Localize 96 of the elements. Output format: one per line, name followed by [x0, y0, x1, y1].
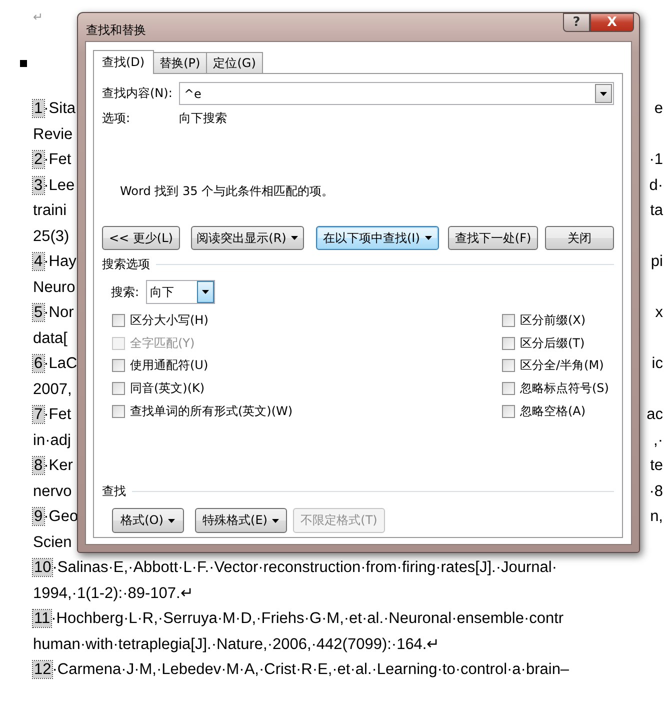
- checkbox-label: 区分后缀(T): [520, 334, 585, 352]
- dialog-button[interactable]: 在以下项中查找(I): [316, 226, 439, 250]
- caret-icon: [272, 518, 280, 523]
- reference-text: ·8: [649, 482, 664, 502]
- reference-number: 5: [33, 304, 44, 321]
- format-button[interactable]: 格式(O): [112, 508, 184, 534]
- reference-text: ·Lee: [44, 176, 75, 194]
- paragraph-mark: ↵: [33, 10, 43, 24]
- format-button[interactable]: 特殊格式(E): [195, 508, 287, 534]
- reference-text: ·Carmena·J·M,·Lebedev·M·A,·Crist·R·E,·et·al.·Learning·to·control·a·brain–: [52, 661, 570, 678]
- checkbox[interactable]: [502, 382, 515, 395]
- reference-text: traini: [33, 202, 67, 219]
- reference-text: pi: [650, 252, 664, 272]
- section-title: 查找: [102, 483, 126, 500]
- reference-text: ·Fet: [44, 406, 72, 423]
- reference-text: Neuro: [33, 278, 76, 296]
- tab[interactable]: 查找(D): [93, 50, 154, 74]
- checkbox[interactable]: [502, 336, 515, 350]
- reference-text: ·LaC: [44, 355, 78, 372]
- result-message: Word 找到 35 个与此条件相匹配的项。: [120, 183, 335, 200]
- reference-text: ·Hay: [44, 253, 76, 270]
- checkbox-label: 忽略空格(A): [520, 402, 586, 420]
- reference-text: ·Sita: [44, 100, 76, 117]
- reference-text: te: [650, 456, 664, 476]
- caret-icon: [424, 236, 432, 240]
- search-label: 搜索:: [111, 284, 140, 300]
- checkbox-label: 忽略标点符号(S): [520, 380, 609, 397]
- reference-text: ·Nor: [44, 304, 74, 321]
- reference-number: 3: [33, 176, 44, 194]
- reference-text: ·Fet: [44, 151, 72, 168]
- reference-number: 7: [33, 406, 44, 423]
- window-title: 查找和替换: [86, 22, 146, 39]
- options-label: 选项:: [102, 110, 132, 127]
- dialog-button[interactable]: 阅读突出显示(R): [190, 226, 304, 250]
- reference-number: 9: [33, 508, 44, 525]
- checkbox[interactable]: [112, 359, 125, 372]
- reference-text: x: [655, 303, 664, 323]
- reference-text: Scien: [33, 534, 72, 550]
- reference-text: 1994,·1(1-2):·89-107.↵: [33, 584, 194, 602]
- reference-text: data[: [33, 330, 68, 346]
- reference-number: 1: [33, 100, 44, 117]
- find-label: 查找内容(N):: [102, 85, 174, 102]
- search-direction-select[interactable]: 向下: [146, 280, 215, 304]
- reference-number: 4: [33, 253, 44, 270]
- dialog-button[interactable]: << 更少(L): [102, 226, 180, 250]
- dropdown-arrow-icon: [202, 290, 209, 294]
- reference-text: ·Salinas·E,·Abbott·L·F.·Vector·reconstruction·from·firing·rates[J].·Journal·: [52, 559, 558, 576]
- reference-number: 2: [33, 151, 44, 168]
- reference-number: 10: [33, 559, 52, 576]
- tab[interactable]: 替换(P): [152, 52, 208, 73]
- checkbox-label: 全字匹配(Y): [130, 334, 195, 352]
- checkbox-label: 区分大小写(H): [130, 312, 208, 329]
- reference-text: 2007,: [33, 380, 72, 398]
- reference-text: e: [654, 99, 664, 119]
- checkbox[interactable]: [112, 382, 125, 395]
- find-field[interactable]: ^e: [179, 82, 614, 105]
- caret-icon: [291, 236, 298, 240]
- reference-number: 11: [33, 610, 52, 627]
- reference-text: ta: [650, 201, 664, 221]
- reference-text: d·: [649, 176, 664, 196]
- checkbox[interactable]: [502, 404, 515, 418]
- reference-text: ·Ker: [44, 457, 73, 474]
- checkbox[interactable]: [502, 359, 515, 372]
- checkbox-label: 区分前缀(X): [520, 312, 586, 329]
- reference-text: ·Hochberg·L·R,·Serruya·M·D,·Friehs·G·M,·et·al.·Neuronal·ensemble·contr: [51, 610, 564, 627]
- dialog-button[interactable]: 查找下一处(F): [448, 226, 538, 250]
- reference-text: ·Geo: [44, 508, 78, 525]
- dialog-button[interactable]: 关闭: [545, 226, 614, 250]
- reference-text: 25(3): [33, 228, 70, 244]
- reference-number: 8: [33, 457, 44, 474]
- reference-text: n,: [650, 507, 664, 527]
- dropdown-arrow-icon: [600, 92, 607, 96]
- help-button[interactable]: ?: [563, 13, 590, 32]
- reference-number: 12: [33, 661, 52, 678]
- checkbox-label: 同音(英文)(K): [130, 380, 205, 397]
- section-title: 搜索选项: [102, 256, 150, 273]
- reference-text: human·with·tetraplegia[J].·Nature,·2006,·442(7099):·164.↵: [33, 636, 440, 652]
- checkbox[interactable]: [112, 314, 125, 327]
- reference-text: Revie: [33, 126, 73, 142]
- checkbox-label: 区分全/半角(M): [520, 357, 604, 374]
- caret-icon: [168, 518, 176, 523]
- tab[interactable]: 定位(G): [206, 52, 263, 73]
- reference-text: ,·: [654, 430, 664, 450]
- reference-number: 6: [33, 355, 44, 372]
- checkbox[interactable]: [502, 314, 515, 327]
- checkbox-label: 查找单词的所有形式(英文)(W): [130, 402, 293, 420]
- checkbox-label: 使用通配符(U): [130, 357, 208, 374]
- close-button[interactable]: X: [590, 13, 634, 32]
- reference-text: ic: [652, 354, 664, 374]
- reference-text: nervo: [33, 482, 72, 500]
- checkbox[interactable]: [112, 404, 125, 418]
- reference-text: ac: [646, 405, 664, 425]
- bullet-icon: [20, 60, 27, 66]
- reference-text: ·1: [649, 150, 664, 170]
- options-value: 向下搜索: [179, 110, 227, 127]
- reference-text: in·adj: [33, 432, 71, 448]
